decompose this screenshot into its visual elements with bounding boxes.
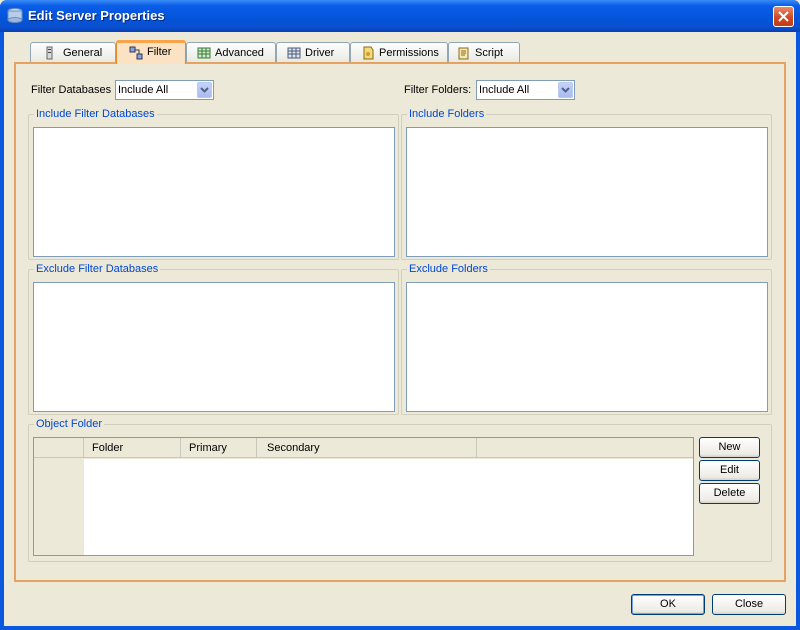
filter-tab-panel: Filter Databases Include All Filter Fold… [14, 62, 786, 582]
exclude-databases-legend: Exclude Filter Databases [34, 263, 161, 275]
advanced-icon [197, 47, 211, 59]
column-header-folder[interactable]: Folder [84, 438, 181, 458]
include-databases-list[interactable] [33, 127, 395, 257]
chevron-down-icon [561, 87, 570, 93]
dialog-window: Edit Server Properties General Filter Ad… [0, 0, 800, 630]
tab-advanced[interactable]: Advanced [186, 42, 276, 63]
tab-filter[interactable]: Filter [116, 40, 186, 64]
exclude-folders-legend: Exclude Folders [407, 263, 490, 275]
tab-label: Script [475, 47, 504, 59]
filter-folders-dropdown-button[interactable] [558, 82, 573, 98]
include-folders-group: Include Folders [401, 108, 772, 260]
chevron-down-icon [200, 87, 209, 93]
column-header-secondary[interactable]: Secondary [257, 438, 477, 458]
tab-general[interactable]: General [30, 42, 116, 63]
tab-label: General [63, 47, 103, 59]
tab-label: Filter [147, 46, 172, 58]
new-button[interactable]: New [699, 437, 760, 458]
tab-permissions[interactable]: Permissions [350, 42, 448, 63]
include-databases-group: Include Filter Databases [28, 108, 399, 260]
exclude-databases-group: Exclude Filter Databases [28, 263, 399, 415]
tab-script[interactable]: Script [448, 42, 520, 63]
grid-header: Folder Primary Secondary [34, 438, 693, 458]
object-folder-legend: Object Folder [34, 418, 105, 430]
close-window-button[interactable] [773, 6, 794, 27]
filter-icon [129, 46, 143, 60]
edit-button[interactable]: Edit [699, 460, 760, 481]
filter-folders-label: Filter Folders: [404, 84, 472, 96]
permissions-icon [363, 46, 374, 60]
ok-button[interactable]: OK [631, 594, 705, 615]
exclude-databases-list[interactable] [33, 282, 395, 412]
tab-label: Permissions [379, 47, 439, 59]
object-folder-group: Object Folder Folder Primary Secondary N… [28, 418, 772, 562]
close-icon [778, 11, 789, 22]
script-icon [458, 47, 469, 60]
general-icon [46, 46, 53, 60]
filter-databases-combo[interactable]: Include All [115, 80, 214, 100]
dialog-client: General Filter Advanced Driver Permissio… [4, 32, 796, 626]
tab-label: Advanced [215, 47, 264, 59]
tab-label: Driver [305, 47, 335, 59]
server-icon [7, 8, 23, 23]
include-folders-legend: Include Folders [407, 108, 487, 120]
filter-databases-dropdown-button[interactable] [197, 82, 212, 98]
grid-body[interactable] [84, 459, 693, 555]
include-folders-list[interactable] [406, 127, 768, 257]
driver-icon [287, 47, 301, 59]
column-header-primary[interactable]: Primary [181, 438, 257, 458]
filter-folders-combo[interactable]: Include All [476, 80, 575, 100]
exclude-folders-group: Exclude Folders [401, 263, 772, 415]
grid-corner-header [34, 438, 84, 458]
window-title: Edit Server Properties [28, 8, 165, 23]
close-button[interactable]: Close [712, 594, 786, 615]
grid-row-header [34, 459, 84, 555]
include-databases-legend: Include Filter Databases [34, 108, 157, 120]
title-bar[interactable]: Edit Server Properties [0, 0, 800, 32]
filter-databases-value: Include All [118, 84, 169, 96]
filter-databases-label: Filter Databases [31, 84, 112, 96]
delete-button[interactable]: Delete [699, 483, 760, 504]
filter-folders-value: Include All [479, 84, 530, 96]
exclude-folders-list[interactable] [406, 282, 768, 412]
object-folder-grid[interactable]: Folder Primary Secondary [33, 437, 694, 556]
tab-driver[interactable]: Driver [276, 42, 350, 63]
